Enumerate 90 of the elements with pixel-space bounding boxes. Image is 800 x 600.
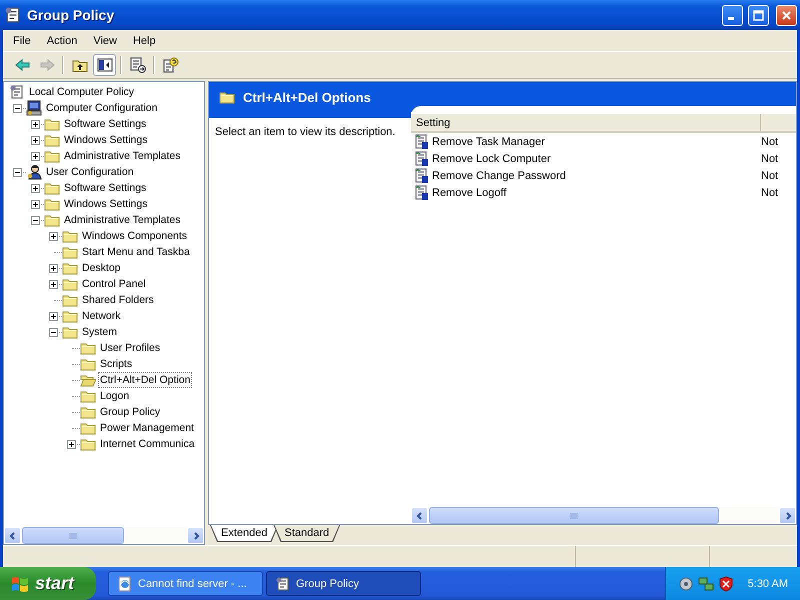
scroll-right-button[interactable] — [779, 507, 796, 524]
setting-name[interactable]: Remove Lock Computer — [432, 152, 551, 164]
tree-item[interactable]: System — [80, 324, 120, 340]
expand-toggle[interactable] — [30, 200, 40, 208]
tree-item[interactable]: Local Computer Policy — [27, 84, 136, 100]
view-tab[interactable]: Extended — [211, 525, 278, 541]
tree-item[interactable]: Software Settings — [62, 116, 148, 132]
minimize-icon — [728, 16, 734, 20]
scroll-left-button[interactable] — [411, 507, 428, 524]
policy-icon — [275, 576, 291, 592]
menu-item[interactable]: File — [5, 32, 39, 48]
expand-toggle[interactable] — [30, 152, 40, 160]
expand-toggle[interactable] — [48, 232, 58, 240]
tree-item[interactable]: Windows Settings — [62, 132, 150, 148]
chevron-right-icon — [192, 532, 200, 540]
maximize-button[interactable] — [748, 4, 769, 26]
close-button[interactable] — [776, 4, 797, 26]
tree-item[interactable]: Windows Settings — [62, 196, 150, 212]
clock: 5:30 AM — [748, 578, 788, 590]
list-export-icon — [130, 57, 146, 73]
scrollbar-thumb[interactable] — [22, 527, 124, 544]
tree-item[interactable]: User Profiles — [98, 340, 162, 356]
tree-item[interactable]: Internet Communica — [98, 436, 197, 452]
table-cell: Not — [761, 186, 778, 198]
tree-item[interactable]: Start Menu and Taskba — [80, 244, 192, 260]
tree-item[interactable]: Administrative Templates — [62, 148, 183, 164]
description-text: Select an item to view its description. — [215, 126, 396, 138]
window-title: Group Policy — [27, 7, 116, 23]
table-cell: Not — [761, 136, 778, 148]
chevron-left-icon — [8, 532, 16, 540]
setting-name[interactable]: Remove Change Password — [432, 170, 566, 182]
collapse-toggle[interactable] — [12, 104, 22, 112]
computer-icon — [26, 100, 42, 116]
expand-toggle[interactable] — [66, 440, 76, 448]
tree-item[interactable]: Windows Components — [80, 228, 190, 244]
tree-item[interactable]: Ctrl+Alt+Del Option — [98, 372, 192, 388]
menu-item[interactable]: Action — [38, 32, 86, 48]
expand-toggle[interactable] — [48, 312, 58, 320]
view-tab[interactable]: Standard — [274, 525, 340, 541]
expand-toggle[interactable] — [30, 184, 40, 192]
minimize-button[interactable] — [722, 4, 743, 26]
speaker-icon[interactable] — [678, 576, 694, 592]
close-icon — [781, 10, 792, 20]
tree-item[interactable]: Group Policy — [98, 404, 162, 420]
chevron-right-icon — [784, 512, 792, 520]
expand-toggle[interactable] — [48, 264, 58, 272]
menu-item[interactable]: View — [85, 32, 125, 48]
taskbar-button[interactable]: Group Policy — [266, 571, 421, 596]
user-icon — [26, 164, 42, 180]
tree-item[interactable]: Power Management — [98, 420, 196, 436]
expand-toggle[interactable] — [48, 280, 58, 288]
tree-item[interactable]: Computer Configuration — [44, 100, 160, 116]
tree-item[interactable]: Shared Folders — [80, 292, 156, 308]
tree-item[interactable]: Logon — [98, 388, 132, 404]
collapse-toggle[interactable] — [12, 168, 22, 176]
tree-item[interactable]: Administrative Templates — [62, 212, 183, 228]
chevron-left-icon — [416, 512, 424, 520]
arrow-left-icon — [14, 57, 30, 73]
policy-icon — [9, 84, 25, 100]
panes-icon — [96, 57, 112, 73]
details-title: Ctrl+Alt+Del Options — [243, 90, 371, 104]
globe-page-icon — [117, 576, 133, 592]
table-cell: Not — [761, 170, 778, 182]
scroll-right-button[interactable] — [187, 527, 204, 544]
app-icon — [4, 6, 22, 24]
setting-name[interactable]: Remove Task Manager — [432, 136, 545, 148]
collapse-toggle[interactable] — [30, 216, 40, 224]
scrollbar-thumb[interactable] — [429, 507, 719, 524]
tree-item[interactable]: Control Panel — [80, 276, 148, 292]
start-button[interactable]: start — [0, 567, 96, 600]
setting-name[interactable]: Remove Logoff — [432, 186, 506, 198]
scroll-left-button[interactable] — [4, 527, 21, 544]
maximize-icon — [753, 10, 764, 20]
tree-item[interactable]: Network — [80, 308, 123, 324]
tree-item[interactable]: Software Settings — [62, 180, 148, 196]
tree-item[interactable]: Scripts — [98, 356, 134, 372]
expand-toggle[interactable] — [30, 136, 40, 144]
network-icon[interactable] — [698, 576, 714, 592]
menu-item[interactable]: Help — [124, 32, 164, 48]
taskbar-button[interactable]: Cannot find server - ... — [108, 571, 263, 596]
table-cell: Not — [761, 152, 778, 164]
tree-item[interactable]: Desktop — [80, 260, 123, 276]
collapse-toggle[interactable] — [48, 328, 58, 336]
shield-icon[interactable] — [718, 576, 734, 592]
tree-item[interactable]: User Configuration — [44, 164, 136, 180]
help-icon — [162, 57, 178, 73]
expand-toggle[interactable] — [30, 120, 40, 128]
arrow-right-icon — [38, 57, 54, 73]
windows-flag-icon — [10, 574, 30, 592]
show-tree-button[interactable] — [93, 54, 116, 76]
